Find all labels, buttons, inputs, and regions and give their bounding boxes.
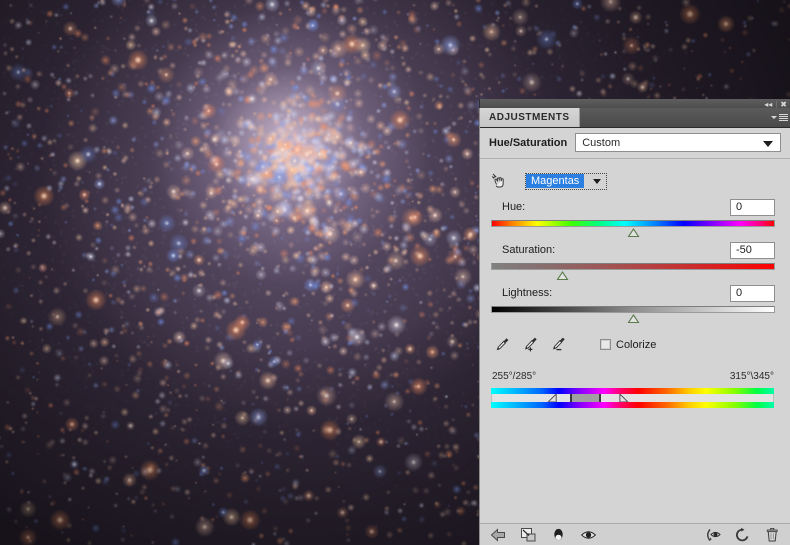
preset-row: Hue/Saturation Custom	[480, 128, 790, 159]
panel-menu-icon[interactable]	[768, 108, 790, 127]
panel-body: Magentas Hue: 0	[480, 159, 790, 408]
panel-menu-bars-icon	[779, 114, 788, 122]
range-left-degrees: 255°/285°	[492, 371, 536, 382]
slider-hue: Hue: 0	[480, 193, 790, 236]
slider-hue-thumb-inner	[629, 230, 637, 236]
slider-lightness-label: Lightness:	[491, 287, 552, 299]
tab-strip-filler	[580, 108, 768, 127]
slider-lightness: Lightness: 0	[480, 279, 790, 322]
colorize-label: Colorize	[616, 339, 656, 351]
footer-left-buttons	[490, 527, 596, 543]
reset-adjustment-button[interactable]	[734, 527, 750, 543]
slider-lightness-thumb[interactable]	[628, 314, 639, 322]
panel-tab-strip: ADJUSTMENTS	[480, 108, 790, 128]
panel-footer	[480, 523, 790, 545]
channel-dropdown[interactable]: Magentas	[525, 173, 607, 190]
slider-hue-track[interactable]	[491, 220, 775, 227]
slider-hue-value: 0	[736, 201, 742, 213]
slider-saturation-head: Saturation: -50	[491, 240, 775, 260]
panel-menu-caret-icon	[771, 116, 777, 119]
footer-right-buttons	[704, 527, 780, 543]
eyedropper-minus-icon[interactable]	[550, 336, 567, 353]
channel-dropdown-value: Magentas	[526, 174, 584, 188]
preset-dropdown-value: Custom	[582, 137, 620, 149]
channel-row: Magentas	[480, 169, 790, 193]
range-right-degrees: 315°\345°	[730, 371, 774, 382]
slider-saturation-track[interactable]	[491, 263, 775, 270]
slider-lightness-track[interactable]	[491, 306, 775, 313]
slider-hue-head: Hue: 0	[491, 197, 775, 217]
eyedropper-plus-icon[interactable]	[522, 336, 539, 353]
on-image-adjustment-hand-icon[interactable]	[490, 172, 508, 190]
delete-adjustment-layer-button[interactable]	[764, 527, 780, 543]
slider-saturation-thumb-outline	[556, 271, 568, 280]
slider-saturation-label: Saturation:	[491, 244, 555, 256]
color-range-falloff-handles[interactable]	[492, 394, 773, 402]
adjustment-title: Hue/Saturation	[489, 137, 567, 149]
slider-lightness-value: 0	[736, 287, 742, 299]
chevron-down-icon	[593, 179, 601, 184]
color-range-selector[interactable]	[491, 394, 774, 402]
tab-adjustments-label: ADJUSTMENTS	[489, 112, 570, 123]
slider-hue-label: Hue:	[491, 201, 525, 213]
toggle-layer-mask-button[interactable]	[550, 527, 566, 543]
view-previous-state-button[interactable]	[704, 527, 720, 543]
slider-saturation-thumb-inner	[558, 273, 566, 279]
slider-hue-thumb-outline	[627, 228, 639, 237]
chevron-down-icon	[763, 141, 773, 147]
screenshot-root: ◂◂ | ✖ ADJUSTMENTS Hue/Saturation Custom	[0, 0, 790, 545]
slider-hue-track-wrap[interactable]	[491, 220, 775, 236]
color-range-bars[interactable]	[491, 388, 774, 408]
eyedropper-row: Colorize	[480, 322, 790, 353]
colorize-group[interactable]: Colorize	[600, 339, 656, 351]
tab-adjustments[interactable]: ADJUSTMENTS	[480, 108, 580, 127]
slider-saturation: Saturation: -50	[480, 236, 790, 279]
slider-lightness-track-wrap[interactable]	[491, 306, 775, 322]
clip-to-layer-button[interactable]	[520, 527, 536, 543]
slider-saturation-track-wrap[interactable]	[491, 263, 775, 279]
slider-hue-input[interactable]: 0	[730, 199, 775, 216]
slider-saturation-value: -50	[736, 244, 752, 256]
slider-lightness-thumb-outline	[627, 314, 639, 323]
slider-lightness-thumb-inner	[629, 316, 637, 322]
toggle-layer-visibility-button[interactable]	[580, 527, 596, 543]
preset-dropdown[interactable]: Custom	[575, 133, 781, 152]
slider-lightness-input[interactable]: 0	[730, 285, 775, 302]
slider-saturation-thumb[interactable]	[557, 271, 568, 279]
slider-lightness-head: Lightness: 0	[491, 283, 775, 303]
colorize-checkbox[interactable]	[600, 339, 611, 350]
eyedropper-icon[interactable]	[494, 336, 511, 353]
range-degree-row: 255°/285° 315°\345°	[480, 353, 790, 382]
slider-hue-thumb[interactable]	[628, 228, 639, 236]
slider-saturation-input[interactable]: -50	[730, 242, 775, 259]
return-to-adjustment-list-button[interactable]	[490, 527, 506, 543]
adjustments-panel: ADJUSTMENTS Hue/Saturation Custom	[479, 108, 790, 545]
color-range-spectrum-bottom	[491, 402, 774, 408]
